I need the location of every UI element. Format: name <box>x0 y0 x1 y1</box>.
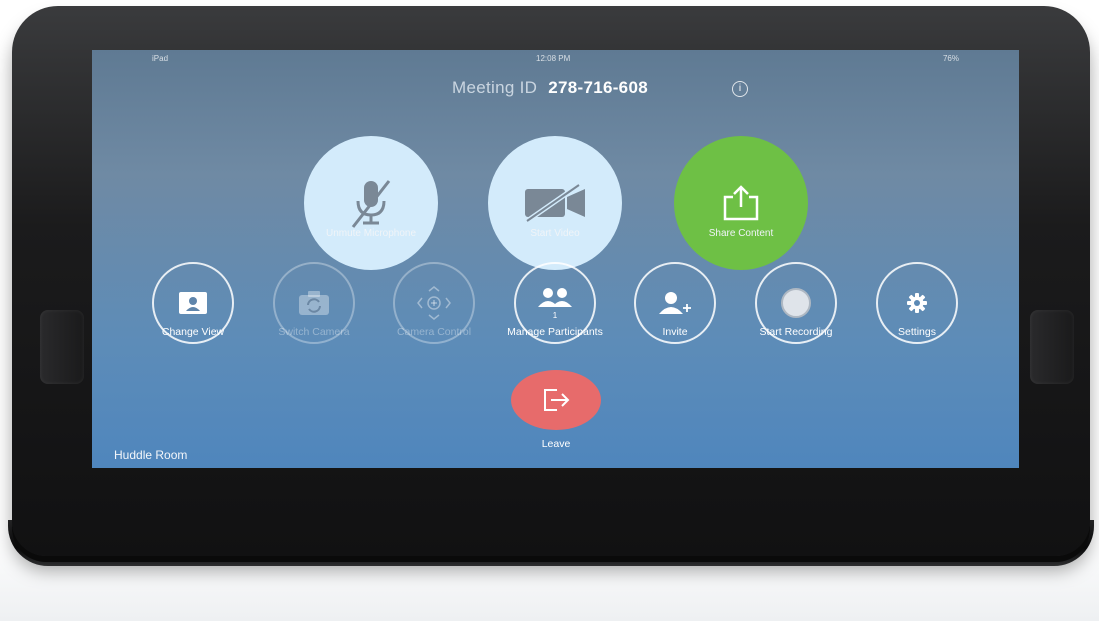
meeting-id-value: 278-716-608 <box>548 78 648 97</box>
info-icon[interactable]: i <box>732 81 748 97</box>
unmute-microphone-label: Unmute Microphone <box>325 228 417 239</box>
share-content-label: Share Content <box>708 228 774 239</box>
unmute-microphone-button[interactable] <box>304 136 438 270</box>
start-video-button[interactable] <box>488 136 622 270</box>
participants-icon <box>538 287 572 307</box>
camera-control-icon <box>417 286 451 320</box>
right-mount-clip <box>1030 310 1074 384</box>
share-upload-icon <box>723 185 759 221</box>
share-content-button[interactable] <box>674 136 808 270</box>
invite-icon <box>659 292 691 314</box>
status-time: 12:08 PM <box>536 54 571 63</box>
leave-label: Leave <box>541 438 571 450</box>
tablet-screen: iPad 12:08 PM 76% Meeting ID 278-716-608… <box>92 50 1019 468</box>
switch-camera-label: Switch Camera <box>278 326 350 338</box>
status-battery: 76% <box>942 54 959 63</box>
start-recording-label: Start Recording <box>759 326 833 338</box>
room-name: Huddle Room <box>114 448 188 462</box>
left-mount-clip <box>40 310 84 384</box>
manage-participants-label: Manage Participants <box>507 326 603 338</box>
video-off-icon <box>525 183 585 223</box>
leave-icon <box>544 389 570 411</box>
settings-label: Settings <box>898 326 936 338</box>
leave-button[interactable] <box>511 370 601 430</box>
change-view-label: Change View <box>161 326 225 338</box>
start-video-label: Start Video <box>530 228 580 239</box>
invite-label: Invite <box>662 326 688 338</box>
record-icon <box>781 288 811 318</box>
status-device: iPad <box>152 54 169 63</box>
meeting-id-label: Meeting ID <box>452 78 538 97</box>
change-view-icon <box>179 292 207 314</box>
gear-icon <box>907 293 927 313</box>
camera-control-label: Camera Control <box>396 326 472 338</box>
muted-microphone-icon <box>351 180 391 228</box>
switch-camera-icon <box>299 291 329 315</box>
participant-count: 1 <box>552 310 558 320</box>
status-bar: iPad 12:08 PM 76% <box>92 54 1019 66</box>
meeting-id: Meeting ID 278-716-608 <box>452 78 648 98</box>
